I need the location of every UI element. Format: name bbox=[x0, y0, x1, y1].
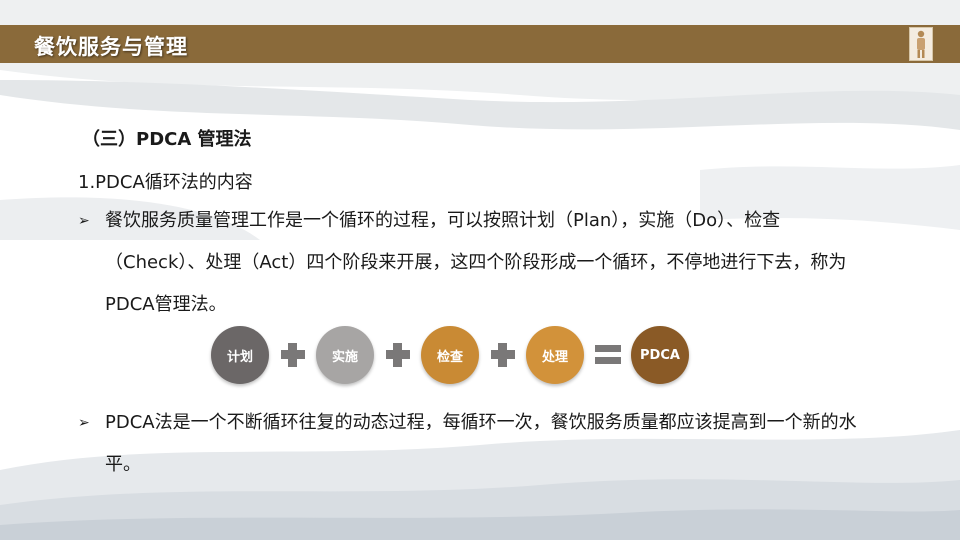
arrow-bullet-icon: ➢ bbox=[78, 415, 90, 431]
plus-icon bbox=[498, 343, 507, 367]
bullet-item: ➢ 餐饮服务质量管理工作是一个循环的过程，可以按照计划（Plan），实施（Do）… bbox=[78, 200, 868, 326]
flow-step-pdca: PDCA bbox=[631, 326, 689, 384]
equals-icon bbox=[595, 345, 621, 352]
flow-step-act: 处理 bbox=[526, 326, 584, 384]
flow-step-do: 实施 bbox=[316, 326, 374, 384]
section-subtitle: 1.PDCA循环法的内容 bbox=[78, 172, 253, 193]
section-title: （三）PDCA 管理法 bbox=[82, 129, 252, 150]
equals-icon bbox=[595, 357, 621, 364]
plus-icon bbox=[393, 343, 402, 367]
slide-content: （三）PDCA 管理法 1.PDCA循环法的内容 ➢ 餐饮服务质量管理工作是一个… bbox=[0, 0, 960, 540]
arrow-bullet-icon: ➢ bbox=[78, 213, 90, 229]
plus-icon bbox=[288, 343, 297, 367]
bullet-text: 餐饮服务质量管理工作是一个循环的过程，可以按照计划（Plan），实施（Do）、检… bbox=[105, 210, 847, 315]
bullet-item: ➢ PDCA法是一个不断循环往复的动态过程，每循环一次，餐饮服务质量都应该提高到… bbox=[78, 402, 868, 486]
bullet-text: PDCA法是一个不断循环往复的动态过程，每循环一次，餐饮服务质量都应该提高到一个… bbox=[105, 412, 857, 475]
flow-step-check: 检查 bbox=[421, 326, 479, 384]
flow-step-plan: 计划 bbox=[211, 326, 269, 384]
